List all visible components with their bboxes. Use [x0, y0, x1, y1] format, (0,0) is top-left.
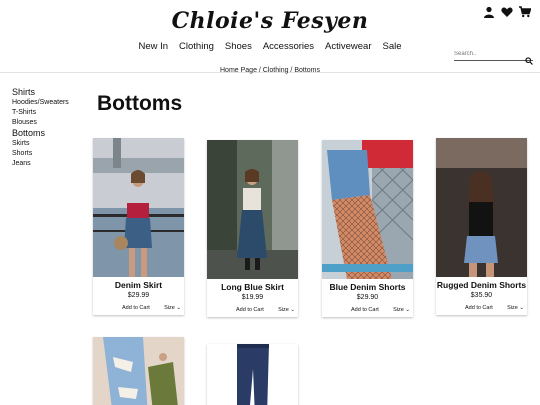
product-card[interactable] [93, 337, 184, 405]
product-image[interactable] [322, 140, 413, 279]
chevron-down-icon: ⌄ [519, 305, 524, 311]
brand-logo[interactable]: Chloie's Fesyen [0, 8, 540, 34]
product-image[interactable] [207, 344, 298, 405]
sidebar-item-bottoms[interactable]: Bottoms [12, 128, 69, 139]
product-price: $29.90 [356, 294, 379, 301]
product-card[interactable] [207, 344, 298, 405]
chevron-down-icon: ⌄ [290, 307, 295, 313]
product-card[interactable]: Blue Denim Shorts $29.90 Add to Cart Siz… [322, 140, 413, 317]
product-name[interactable]: Denim Skirt [93, 280, 184, 290]
search-icon[interactable] [525, 52, 533, 65]
size-label: Size [393, 307, 404, 313]
product-card[interactable]: Rugged Denim Shorts $35.90 Add to Cart S… [436, 138, 527, 315]
page-title: Bottoms [97, 92, 183, 115]
nav-activewear[interactable]: Activewear [325, 41, 371, 52]
sidebar-item-hoodies[interactable]: Hoodies/Sweaters [12, 98, 69, 108]
nav-clothing[interactable]: Clothing [179, 41, 214, 52]
product-name[interactable]: Rugged Denim Shorts [436, 280, 527, 290]
add-to-cart-button[interactable]: Add to Cart [236, 307, 264, 313]
heart-icon[interactable] [501, 5, 513, 17]
product-image[interactable] [436, 138, 527, 277]
nav-accessories[interactable]: Accessories [263, 41, 314, 52]
cart-icon[interactable] [519, 5, 532, 18]
sidebar-item-shirts[interactable]: Shirts [12, 87, 69, 98]
sidebar-item-shorts[interactable]: Shorts [12, 149, 69, 159]
site-header: Chloie's Fesyen New In Clothing Shoes Ac… [0, 0, 540, 73]
size-select[interactable]: Size ⌄ [393, 307, 410, 313]
size-label: Size [507, 305, 518, 311]
nav-shoes[interactable]: Shoes [225, 41, 252, 52]
add-to-cart-button[interactable]: Add to Cart [465, 305, 493, 311]
sidebar-item-blouses[interactable]: Blouses [12, 118, 69, 128]
product-image[interactable] [93, 337, 184, 405]
product-name[interactable]: Blue Denim Shorts [322, 282, 413, 292]
size-select[interactable]: Size ⌄ [164, 305, 181, 311]
size-label: Size [164, 305, 175, 311]
product-card[interactable]: Denim Skirt $29.99 Add to Cart Size ⌄ [93, 138, 184, 315]
nav-new-in[interactable]: New In [138, 41, 168, 52]
user-icon[interactable] [483, 5, 495, 18]
product-image[interactable] [93, 138, 184, 277]
sidebar-item-tshirts[interactable]: T-Shirts [12, 108, 69, 118]
chevron-down-icon: ⌄ [176, 305, 181, 311]
breadcrumb[interactable]: Home Page / Clothing / Bottoms [0, 67, 540, 74]
sidebar-item-skirts[interactable]: Skirts [12, 139, 69, 149]
add-to-cart-button[interactable]: Add to Cart [122, 305, 150, 311]
product-price: $29.99 [127, 292, 150, 299]
search-input[interactable] [454, 51, 520, 57]
product-price: $35.90 [470, 292, 493, 299]
category-sidebar: Shirts Hoodies/Sweaters T-Shirts Blouses… [12, 87, 69, 169]
product-image[interactable] [207, 140, 298, 279]
product-card[interactable]: Long Blue Skirt $19.99 Add to Cart Size … [207, 140, 298, 317]
nav-sale[interactable]: Sale [383, 41, 402, 52]
chevron-down-icon: ⌄ [405, 307, 410, 313]
search-box [454, 51, 533, 65]
product-price: $19.99 [241, 294, 264, 301]
size-select[interactable]: Size ⌄ [507, 305, 524, 311]
sidebar-item-jeans[interactable]: Jeans [12, 159, 69, 169]
size-select[interactable]: Size ⌄ [278, 307, 295, 313]
size-label: Size [278, 307, 289, 313]
add-to-cart-button[interactable]: Add to Cart [351, 307, 379, 313]
product-name[interactable]: Long Blue Skirt [207, 282, 298, 292]
header-icons [483, 5, 532, 18]
